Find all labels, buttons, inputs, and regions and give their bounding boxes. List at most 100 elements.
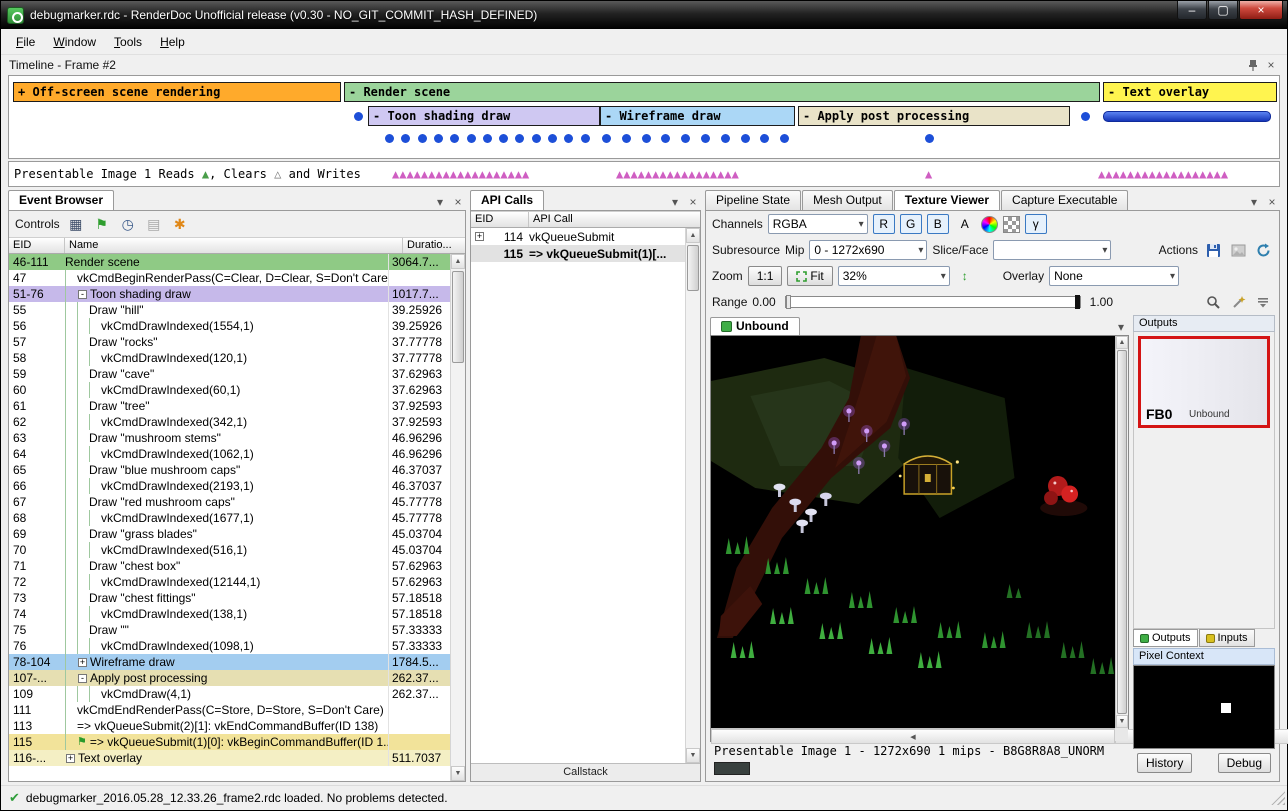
event-row[interactable]: 67Draw "red mushroom caps"45.77778: [9, 494, 450, 510]
event-row[interactable]: 73Draw "chest fittings"57.18518: [9, 590, 450, 606]
expander-icon[interactable]: -: [78, 674, 87, 683]
event-row[interactable]: 46-111Render scene3064.7...: [9, 254, 450, 270]
tab-mesh-output[interactable]: Mesh Output: [802, 190, 893, 210]
event-row[interactable]: 115⚑=> vkQueueSubmit(1)[0]: vkBeginComma…: [9, 734, 450, 750]
event-row[interactable]: 71Draw "chest box"57.62963: [9, 558, 450, 574]
tab-event-browser[interactable]: Event Browser: [8, 190, 114, 210]
event-row[interactable]: 75Draw ""57.33333: [9, 622, 450, 638]
timeline-event-dot[interactable]: [741, 134, 750, 143]
event-row[interactable]: 68vkCmdDrawIndexed(1677,1)45.77778: [9, 510, 450, 526]
maximize-button[interactable]: ▢: [1208, 1, 1238, 20]
event-row[interactable]: 70vkCmdDrawIndexed(516,1)45.03704: [9, 542, 450, 558]
open-texture-icon[interactable]: [1228, 240, 1248, 260]
event-row[interactable]: 113=> vkQueueSubmit(2)[1]: vkEndCommandB…: [9, 718, 450, 734]
timeline-event-dot[interactable]: [780, 134, 789, 143]
event-row[interactable]: 59Draw "cave"37.62963: [9, 366, 450, 382]
event-row[interactable]: 116-...+Text overlay511.7037: [9, 750, 450, 766]
event-row[interactable]: 51-76-Toon shading draw1017.7...: [9, 286, 450, 302]
scroll-down-icon[interactable]: ▼: [686, 748, 700, 763]
range-slider[interactable]: [785, 296, 1081, 308]
texture-tab-unbound[interactable]: Unbound: [710, 317, 800, 335]
scroll-down-icon[interactable]: ▼: [1116, 715, 1128, 728]
event-browser-scrollbar[interactable]: ▲ ▼: [450, 254, 465, 781]
tab-outputs[interactable]: Outputs: [1133, 629, 1198, 647]
timeline-event-dot[interactable]: [532, 134, 541, 143]
timeline-event-dot[interactable]: [564, 134, 573, 143]
expander-icon[interactable]: -: [78, 290, 87, 299]
history-button[interactable]: History: [1137, 753, 1192, 773]
minimize-button[interactable]: –: [1177, 1, 1207, 20]
event-browser-menu-icon[interactable]: ▾: [432, 194, 448, 210]
alpha-channel-button[interactable]: A: [954, 214, 976, 234]
api-calls-menu-icon[interactable]: ▾: [667, 194, 683, 210]
event-row[interactable]: 111vkCmdEndRenderPass(C=Store, D=Store, …: [9, 702, 450, 718]
checkerboard-background-icon[interactable]: [1003, 216, 1020, 233]
tab-texture-viewer[interactable]: Texture Viewer: [894, 190, 1000, 210]
overlay-select[interactable]: None: [1049, 266, 1179, 286]
timeline-marker-bar[interactable]: - Render scene: [344, 82, 1100, 102]
event-row[interactable]: 72vkCmdDrawIndexed(12144,1)57.62963: [9, 574, 450, 590]
timeline-event-dot[interactable]: [681, 134, 690, 143]
scroll-up-icon[interactable]: ▲: [451, 254, 465, 269]
close-button[interactable]: ×: [1239, 1, 1283, 20]
event-row[interactable]: 63Draw "mushroom stems"46.96296: [9, 430, 450, 446]
save-icon[interactable]: [1203, 240, 1223, 260]
tab-capture-executable[interactable]: Capture Executable: [1001, 190, 1128, 210]
zoom-select[interactable]: 32%: [838, 266, 950, 286]
api-calls-scrollbar[interactable]: ▲ ▼: [685, 228, 700, 763]
viewport-vertical-scrollbar[interactable]: ▲ ▼: [1115, 336, 1128, 728]
stats-icon[interactable]: ▤: [144, 214, 164, 234]
timeline-event-dot[interactable]: [385, 134, 394, 143]
callstack-bar[interactable]: Callstack: [471, 763, 700, 781]
slice-face-select[interactable]: [993, 240, 1111, 260]
timeline-event-dot[interactable]: [925, 134, 934, 143]
texture-viewer-close-icon[interactable]: ×: [1264, 194, 1280, 210]
scroll-left-icon[interactable]: ◀: [711, 729, 1115, 744]
channels-select[interactable]: RGBA: [768, 214, 868, 234]
timeline-event-dot[interactable]: [515, 134, 524, 143]
timeline-event-dot[interactable]: [701, 134, 710, 143]
timeline-event-dot[interactable]: [602, 134, 611, 143]
event-row[interactable]: 60vkCmdDrawIndexed(60,1)37.62963: [9, 382, 450, 398]
fit-button[interactable]: Fit: [787, 266, 832, 286]
tab-api-calls[interactable]: API Calls: [470, 190, 544, 210]
menu-item-help[interactable]: Help: [151, 32, 194, 52]
debug-button[interactable]: Debug: [1218, 753, 1271, 773]
menu-item-file[interactable]: File: [7, 32, 44, 52]
options-star-icon[interactable]: ✱: [170, 214, 190, 234]
timeline-draw-range-bar[interactable]: [1103, 111, 1271, 122]
event-row[interactable]: 78-104+Wireframe draw1784.5...: [9, 654, 450, 670]
green-channel-button[interactable]: G: [900, 214, 922, 234]
api-call-row[interactable]: 115=> vkQueueSubmit(1)[...: [471, 245, 685, 262]
timeline-event-dot[interactable]: [1081, 112, 1090, 121]
range-white-point-handle[interactable]: [1075, 295, 1080, 309]
timeline-event-dot[interactable]: [467, 134, 476, 143]
scroll-down-icon[interactable]: ▼: [451, 766, 465, 781]
timeline-graph[interactable]: + Off-screen scene rendering- Render sce…: [8, 75, 1280, 159]
range-options-icon[interactable]: [1253, 292, 1273, 312]
event-row[interactable]: 55Draw "hill"39.25926: [9, 302, 450, 318]
menu-item-tools[interactable]: Tools: [105, 32, 151, 52]
timeline-event-dot[interactable]: [434, 134, 443, 143]
menu-item-window[interactable]: Window: [44, 32, 105, 52]
zoom-range-icon[interactable]: [1203, 292, 1223, 312]
zoom-1-1-button[interactable]: 1:1: [748, 266, 783, 286]
event-row[interactable]: 47vkCmdBeginRenderPass(C=Clear, D=Clear,…: [9, 270, 450, 286]
color-wheel-icon[interactable]: [981, 216, 998, 233]
bookmark-flag-icon[interactable]: ⚑: [92, 214, 112, 234]
tab-inputs[interactable]: Inputs: [1199, 629, 1255, 647]
clock-icon[interactable]: ◷: [118, 214, 138, 234]
timeline-event-dot[interactable]: [450, 134, 459, 143]
timeline-event-dot[interactable]: [354, 112, 363, 121]
scroll-up-icon[interactable]: ▲: [686, 228, 700, 243]
timeline-event-dot[interactable]: [622, 134, 631, 143]
pin-icon[interactable]: [1245, 57, 1261, 73]
event-row[interactable]: 76vkCmdDrawIndexed(1098,1)57.33333: [9, 638, 450, 654]
expander-icon[interactable]: +: [78, 658, 87, 667]
tab-pipeline-state[interactable]: Pipeline State: [705, 190, 801, 210]
expander-icon[interactable]: +: [66, 754, 75, 763]
refresh-icon[interactable]: [1253, 240, 1273, 260]
timeline-marker-bar[interactable]: + Off-screen scene rendering: [13, 82, 341, 102]
scroll-up-icon[interactable]: ▲: [1116, 336, 1128, 349]
event-row[interactable]: 109vkCmdDraw(4,1)262.37...: [9, 686, 450, 702]
